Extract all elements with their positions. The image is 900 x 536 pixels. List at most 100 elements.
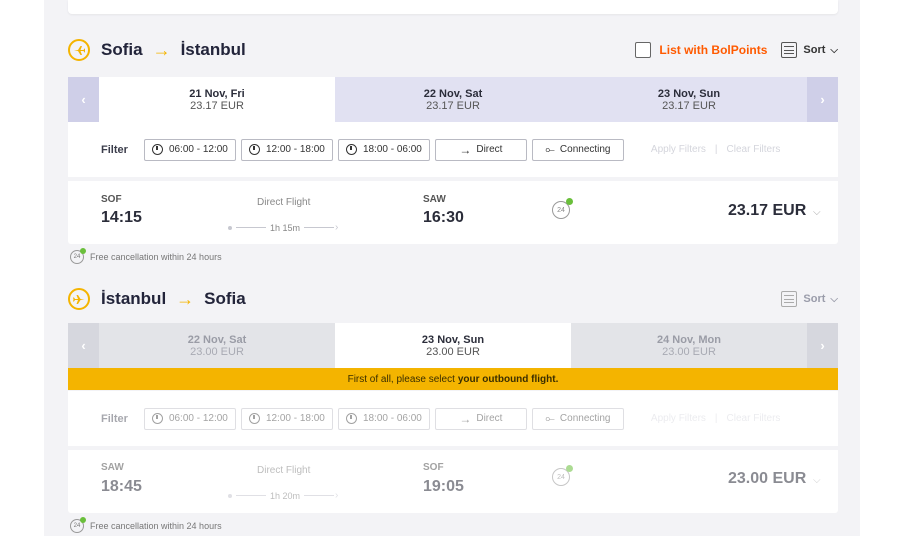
- clock-icon: [345, 413, 357, 424]
- results-column: Sofia → İstanbul List with BolPoints Sor…: [44, 0, 860, 536]
- filter-evening-button[interactable]: 18:00 - 06:00: [337, 138, 430, 161]
- sort-icon: [781, 291, 798, 307]
- connecting-icon: ⟜: [545, 142, 555, 156]
- clock-icon: [345, 144, 357, 155]
- clock-icon: [151, 413, 163, 424]
- badge-text: 24: [557, 206, 565, 214]
- date-price: 23.17 EUR: [426, 99, 480, 112]
- duration-text: 1h 20m: [270, 490, 301, 501]
- inbound-date-tab-2[interactable]: 24 Nov, Mon 23.00 EUR: [571, 323, 807, 368]
- clear-filters-link[interactable]: Clear Filters: [727, 144, 781, 155]
- divider: |: [714, 413, 718, 424]
- divider: |: [714, 144, 718, 155]
- filter-direct-button[interactable]: → Direct: [434, 407, 527, 430]
- arrival-code: SAW: [423, 194, 446, 205]
- filter-direct-label: Direct: [476, 144, 503, 155]
- cancel-24h-icon: 24: [70, 248, 86, 264]
- sort-icon: [781, 42, 798, 58]
- filter-slot-label: 12:00 - 18:00: [265, 413, 325, 424]
- inbound-header: İstanbul → Sofia Sort ⌵: [68, 285, 838, 313]
- chevron-left-icon[interactable]: ‹: [68, 323, 99, 368]
- outbound-flight-row[interactable]: SOF 14:15 Direct Flight 1h 15m › SAW 16:3…: [68, 181, 838, 244]
- free-cancel-text: Free cancellation within 24 hours: [90, 252, 222, 262]
- filter-connecting-button[interactable]: ⟜ Connecting: [531, 407, 624, 430]
- date-price: 23.00 EUR: [662, 345, 716, 358]
- filter-slot-label: 18:00 - 06:00: [362, 413, 422, 424]
- outbound-sort-button[interactable]: Sort ⌵: [781, 42, 838, 58]
- arrival-time: 16:30: [423, 209, 464, 226]
- filter-morning-button[interactable]: 06:00 - 12:00: [143, 407, 236, 430]
- direct-arrow-icon: →: [459, 142, 472, 157]
- plane-takeoff-icon: [68, 39, 90, 61]
- connecting-icon: ⟜: [545, 411, 555, 425]
- sort-label: Sort: [803, 44, 826, 56]
- inbound-date-tab-1[interactable]: 23 Nov, Sun 23.00 EUR: [335, 323, 571, 368]
- badge-text: 24: [557, 473, 565, 481]
- bolpoints-checkbox[interactable]: [635, 42, 652, 58]
- flight-type: Direct Flight: [257, 465, 311, 476]
- outbound-filter-bar: Filter 06:00 - 12:00 12:00 - 18:00 18:00…: [68, 122, 838, 177]
- flight-duration: 1h 20m ›: [228, 490, 338, 501]
- filter-direct-button[interactable]: → Direct: [434, 138, 527, 161]
- outbound-header: Sofia → İstanbul List with BolPoints Sor…: [68, 36, 838, 64]
- filter-direct-label: Direct: [476, 413, 503, 424]
- free-cancel-text: Free cancellation within 24 hours: [90, 521, 222, 531]
- apply-filters-link[interactable]: Apply Filters: [651, 413, 706, 424]
- outbound-origin: Sofia: [101, 40, 143, 59]
- date-label: 23 Nov, Sun: [657, 87, 721, 100]
- select-outbound-notice: First of all, please select your outboun…: [68, 368, 838, 390]
- bolpoints-label[interactable]: List with BolPoints: [659, 43, 767, 57]
- inbound-date-tab-0[interactable]: 22 Nov, Sat 23.00 EUR: [99, 323, 335, 368]
- departure-time: 18:45: [101, 478, 142, 495]
- arrow-right-icon: →: [176, 289, 195, 309]
- filter-connecting-label: Connecting: [559, 144, 611, 155]
- outbound-date-tab-2[interactable]: 23 Nov, Sun 23.17 EUR: [571, 77, 807, 122]
- date-price: 23.17 EUR: [190, 99, 244, 112]
- inbound-destination: Sofia: [204, 289, 246, 308]
- inbound-origin: İstanbul: [101, 289, 167, 308]
- filter-slot-label: 12:00 - 18:00: [265, 144, 325, 155]
- filter-label: Filter: [101, 143, 128, 156]
- chevron-left-icon[interactable]: ‹: [68, 77, 99, 122]
- notice-text: First of all, please select: [347, 373, 455, 385]
- filter-slot-label: 06:00 - 12:00: [168, 413, 228, 424]
- departure-code: SOF: [101, 194, 122, 205]
- date-price: 23.17 EUR: [662, 99, 716, 112]
- previous-card: [68, 0, 838, 14]
- inbound-filter-bar: Filter 06:00 - 12:00 12:00 - 18:00 18:00…: [68, 391, 838, 446]
- cancel-24h-icon: 24: [552, 465, 573, 486]
- filter-afternoon-button[interactable]: 12:00 - 18:00: [240, 407, 333, 430]
- filter-afternoon-button[interactable]: 12:00 - 18:00: [240, 138, 333, 161]
- page-margin-left: [0, 0, 44, 536]
- filter-slot-label: 06:00 - 12:00: [168, 144, 228, 155]
- direct-arrow-icon: →: [459, 411, 472, 426]
- filter-connecting-button[interactable]: ⟜ Connecting: [531, 138, 624, 161]
- date-label: 22 Nov, Sat: [187, 333, 247, 346]
- notice-bold-text: your outbound flight.: [457, 373, 559, 385]
- inbound-date-strip: ‹ 22 Nov, Sat 23.00 EUR 23 Nov, Sun 23.0…: [68, 323, 838, 368]
- flight-price: 23.00 EUR: [728, 470, 807, 487]
- clock-icon: [151, 144, 163, 155]
- filter-morning-button[interactable]: 06:00 - 12:00: [143, 138, 236, 161]
- date-price: 23.00 EUR: [190, 345, 244, 358]
- outbound-destination: İstanbul: [180, 40, 246, 59]
- inbound-flight-row[interactable]: SAW 18:45 Direct Flight 1h 20m › SOF 19:0…: [68, 450, 838, 513]
- chevron-down-icon[interactable]: ⌵: [813, 207, 821, 218]
- chevron-right-icon[interactable]: ›: [807, 77, 838, 122]
- inbound-sort-button[interactable]: Sort ⌵: [781, 291, 838, 307]
- date-label: 23 Nov, Sun: [421, 333, 485, 346]
- departure-code: SAW: [101, 462, 124, 473]
- chevron-down-icon: ⌵: [830, 44, 838, 56]
- apply-filters-link[interactable]: Apply Filters: [651, 144, 706, 155]
- outbound-date-tab-1[interactable]: 22 Nov, Sat 23.17 EUR: [335, 77, 571, 122]
- free-cancellation-note: 24 Free cancellation within 24 hours: [70, 248, 222, 264]
- date-price: 23.00 EUR: [426, 345, 480, 358]
- outbound-date-tab-0[interactable]: 21 Nov, Fri 23.17 EUR: [99, 77, 335, 122]
- chevron-right-icon[interactable]: ›: [807, 323, 838, 368]
- departure-time: 14:15: [101, 209, 142, 226]
- cancel-24h-icon: 24: [552, 198, 573, 219]
- clear-filters-link[interactable]: Clear Filters: [727, 413, 781, 424]
- filter-evening-button[interactable]: 18:00 - 06:00: [337, 407, 430, 430]
- chevron-down-icon[interactable]: ⌵: [813, 475, 821, 486]
- flight-type: Direct Flight: [257, 197, 311, 208]
